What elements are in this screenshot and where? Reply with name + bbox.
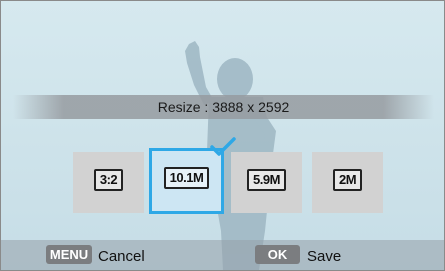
- ok-key[interactable]: OK: [255, 245, 300, 264]
- option-3-2[interactable]: 3:2: [73, 152, 144, 213]
- size-2m-icon: 2M: [332, 169, 363, 191]
- checkmark-icon: [210, 137, 236, 156]
- size-5-9m-icon: 5.9M: [247, 169, 286, 191]
- ratio-3-2-icon: 3:2: [93, 169, 124, 191]
- save-label: Save: [307, 248, 342, 265]
- option-2m[interactable]: 2M: [312, 152, 383, 213]
- option-5-9m[interactable]: 5.9M: [231, 152, 302, 213]
- bottom-control-bar: MENU Cancel OK Save: [1, 240, 444, 270]
- resize-title: Resize : 3888 x 2592: [157, 99, 290, 115]
- cancel-label: Cancel: [98, 248, 145, 265]
- resize-banner: Resize : 3888 x 2592: [13, 95, 434, 119]
- size-10-1m-icon: 10.1M: [163, 167, 210, 189]
- camera-screen: Resize : 3888 x 2592 3:2 10.1M 5.9M 2M M…: [0, 0, 445, 271]
- resize-options: 3:2 10.1M 5.9M 2M: [73, 137, 383, 214]
- menu-key[interactable]: MENU: [46, 245, 92, 264]
- option-10-1m[interactable]: 10.1M: [149, 137, 236, 214]
